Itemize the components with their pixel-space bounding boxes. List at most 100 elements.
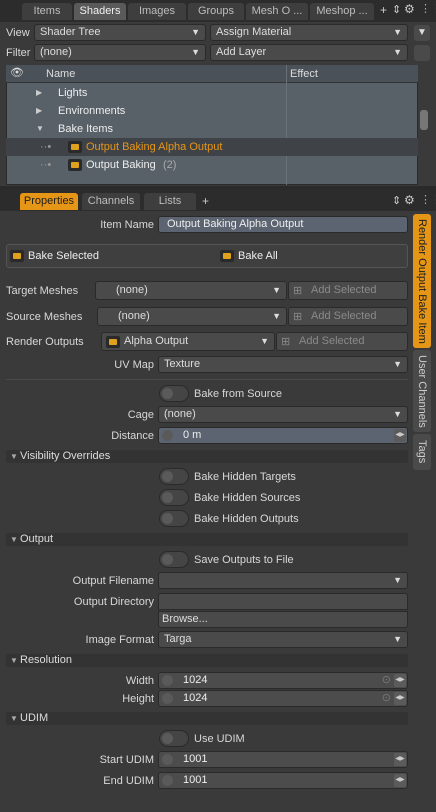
uv-map-label: UV Map — [114, 359, 154, 371]
output-directory-label: Output Directory — [73, 596, 154, 608]
tab-items[interactable]: Items — [22, 3, 72, 20]
browse-button[interactable]: Browse... — [158, 611, 408, 628]
eye-icon[interactable]: 👁 — [10, 66, 24, 79]
gear-icon[interactable]: ⚙ — [404, 193, 415, 207]
expand-arrow-icon[interactable]: ▶ — [36, 84, 42, 102]
source-meshes-dropdown[interactable]: (none) ▼ — [97, 307, 287, 326]
keyframe-dot-icon[interactable] — [162, 675, 173, 686]
collapse-arrow-icon[interactable]: ▼ — [10, 712, 18, 725]
bake-all-button[interactable]: Bake All — [218, 246, 406, 266]
width-label: Width — [125, 675, 154, 687]
bake-icon — [220, 250, 234, 262]
render-output-icon — [68, 141, 82, 153]
tree-scrollbar[interactable] — [420, 110, 428, 130]
spinner-arrows-icon[interactable]: ◀▶ — [394, 692, 406, 705]
render-outputs-dropdown[interactable]: Alpha Output ▼ — [101, 332, 275, 351]
output-filename-field[interactable]: ▼ — [158, 572, 408, 589]
width-field[interactable]: 1024 ⊙ ◀▶ — [158, 672, 408, 689]
view-dropdown[interactable]: Shader Tree ▼ — [34, 24, 206, 41]
visibility-overrides-section[interactable]: ▼ Visibility Overrides — [6, 450, 408, 463]
gear-icon[interactable]: ⚙ — [404, 2, 415, 16]
image-format-dropdown[interactable]: Targa ▼ — [158, 631, 408, 648]
assign-material-dropdown[interactable]: Assign Material ▼ — [210, 24, 408, 41]
keyframe-dot-icon[interactable] — [162, 693, 173, 704]
use-udim-toggle[interactable] — [159, 730, 189, 747]
chevron-down-icon: ▼ — [393, 47, 402, 57]
source-add-selected-button[interactable]: ⊞ Add Selected — [288, 307, 408, 326]
side-tab-render-output-bake-item[interactable]: Render Output Bake Item — [413, 214, 431, 348]
link-icon[interactable]: ⊙ — [382, 691, 391, 704]
link-icon[interactable]: ⊙ — [382, 673, 391, 686]
add-plus-icon: ⊞ — [293, 311, 303, 323]
tree-row-output-baking[interactable]: ··• Output Baking (2) — [6, 156, 418, 174]
drag-handle-icon[interactable]: ⋮⋮ — [420, 2, 436, 15]
expand-arrow-icon[interactable]: ▶ — [36, 102, 42, 120]
bake-hidden-sources-toggle[interactable] — [159, 489, 189, 506]
uv-map-dropdown[interactable]: Texture ▼ — [158, 356, 408, 373]
height-field[interactable]: 1024 ⊙ ◀▶ — [158, 690, 408, 707]
tab-mesh-o[interactable]: Mesh O ... — [246, 3, 308, 20]
collapse-arrow-icon[interactable]: ▼ — [10, 533, 18, 546]
side-tab-user-channels[interactable]: User Channels — [413, 350, 431, 432]
effect-column-header[interactable]: Effect — [290, 68, 318, 80]
collapse-arrow-icon[interactable]: ▼ — [10, 450, 18, 463]
height-label: Height — [122, 693, 154, 705]
bake-hidden-outputs-label: Bake Hidden Outputs — [194, 513, 299, 525]
target-meshes-dropdown[interactable]: (none) ▼ — [95, 281, 287, 300]
tree-row-lights[interactable]: ▶ Lights — [6, 84, 418, 102]
spinner-arrows-icon[interactable]: ◀▶ — [394, 429, 406, 442]
keyframe-dot-icon[interactable] — [162, 754, 173, 765]
add-tab-button[interactable]: + — [202, 194, 209, 208]
end-udim-field[interactable]: 1001 ◀▶ — [158, 772, 408, 789]
output-directory-field[interactable] — [158, 593, 408, 610]
keyframe-dot-icon[interactable] — [162, 430, 173, 441]
side-tab-tags[interactable]: Tags — [413, 434, 431, 470]
tab-channels[interactable]: Channels — [82, 193, 140, 210]
spinner-arrows-icon[interactable]: ◀▶ — [394, 753, 406, 766]
target-meshes-value: (none) — [116, 284, 148, 296]
bake-hidden-outputs-toggle[interactable] — [159, 510, 189, 527]
distance-field[interactable]: 0 m ◀▶ — [158, 427, 408, 444]
output-section[interactable]: ▼ Output — [6, 533, 408, 546]
tree-row-environments[interactable]: ▶ Environments — [6, 102, 418, 120]
tab-groups[interactable]: Groups — [188, 3, 244, 20]
render-add-selected-button[interactable]: ⊞ Add Selected — [276, 332, 408, 351]
tab-properties[interactable]: Properties — [20, 193, 78, 210]
tree-row-label: Environments — [58, 105, 126, 117]
expand-icon[interactable]: ⇕ — [392, 194, 401, 207]
toggle-knob — [162, 492, 173, 503]
tree-row-bake-items[interactable]: ▼ Bake Items — [6, 120, 418, 138]
panel-toggle-icon[interactable] — [414, 45, 430, 61]
collapse-arrow-icon[interactable]: ▼ — [36, 120, 44, 138]
tab-shaders[interactable]: Shaders — [74, 3, 126, 20]
udim-section[interactable]: ▼ UDIM — [6, 712, 408, 725]
drag-handle-icon[interactable]: ⋮⋮ — [420, 193, 436, 206]
add-layer-dropdown[interactable]: Add Layer ▼ — [210, 44, 408, 61]
tab-images[interactable]: Images — [128, 3, 186, 20]
filter-label: Filter — [6, 47, 31, 59]
keyframe-dot-icon[interactable] — [162, 775, 173, 786]
spinner-arrows-icon[interactable]: ◀▶ — [394, 774, 406, 787]
filter-funnel-icon[interactable]: ▼ — [414, 25, 430, 41]
tab-lists[interactable]: Lists — [144, 193, 196, 210]
cage-dropdown[interactable]: (none) ▼ — [158, 406, 408, 423]
expand-icon[interactable]: ⇕ — [392, 3, 401, 16]
add-tab-button[interactable]: + — [380, 3, 387, 17]
save-outputs-toggle[interactable] — [159, 551, 189, 568]
resolution-section[interactable]: ▼ Resolution — [6, 654, 408, 667]
add-selected-label: Add Selected — [311, 310, 377, 322]
bake-selected-button[interactable]: Bake Selected — [8, 246, 208, 266]
spinner-arrows-icon[interactable]: ◀▶ — [394, 674, 406, 687]
bake-hidden-targets-toggle[interactable] — [159, 468, 189, 485]
filter-dropdown[interactable]: (none) ▼ — [34, 44, 206, 61]
add-selected-label: Add Selected — [299, 335, 365, 347]
name-column-header[interactable]: Name — [46, 68, 75, 80]
section-title: Output — [20, 533, 54, 545]
collapse-arrow-icon[interactable]: ▼ — [10, 654, 18, 667]
target-add-selected-button[interactable]: ⊞ Add Selected — [288, 281, 408, 300]
bake-from-source-toggle[interactable] — [159, 385, 189, 402]
tree-row-output-baking-alpha[interactable]: ··• Output Baking Alpha Output — [6, 138, 418, 156]
start-udim-field[interactable]: 1001 ◀▶ — [158, 751, 408, 768]
item-name-field[interactable]: Output Baking Alpha Output — [158, 216, 408, 233]
tab-meshop[interactable]: Meshop ... — [310, 3, 374, 20]
